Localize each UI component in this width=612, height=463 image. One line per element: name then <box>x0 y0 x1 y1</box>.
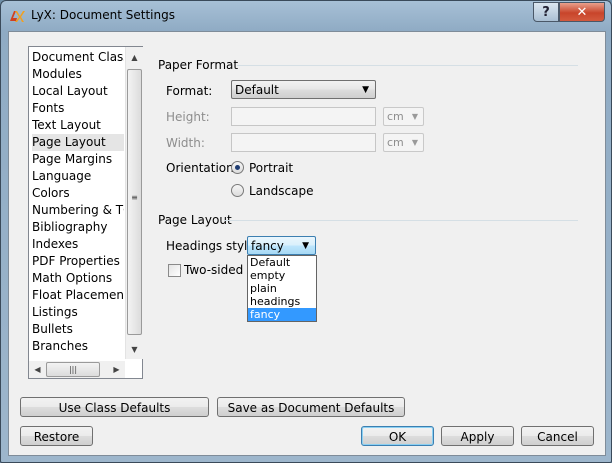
help-button[interactable]: ? <box>533 2 559 22</box>
width-input[interactable] <box>231 133 376 152</box>
headings-option-plain[interactable]: plain <box>248 282 316 295</box>
document-settings-window: LyX: Document Settings ? ✕ Document Clas… <box>0 0 612 463</box>
paper-format-divider <box>237 65 578 66</box>
height-input[interactable] <box>231 107 376 126</box>
scroll-right-arrow-icon[interactable]: ▶ <box>108 361 125 378</box>
headings-option-default[interactable]: Default <box>248 256 316 269</box>
window-title: LyX: Document Settings <box>31 8 175 22</box>
apply-button[interactable]: Apply <box>441 426 514 446</box>
category-horizontal-scrollbar[interactable]: ◀ ||| ▶ <box>29 361 125 378</box>
headings-option-fancy[interactable]: fancy <box>248 308 316 321</box>
sidebar-item-bibliography[interactable]: Bibliography <box>32 219 124 236</box>
headings-style-combo[interactable]: fancy ▼ <box>247 236 316 255</box>
sidebar-item-local-layout[interactable]: Local Layout <box>32 83 124 100</box>
height-unit-combo[interactable]: cm ▼ <box>383 107 424 126</box>
cancel-button[interactable]: Cancel <box>521 426 594 446</box>
landscape-radio[interactable] <box>231 184 244 197</box>
save-as-document-defaults-button[interactable]: Save as Document Defaults <box>217 397 405 417</box>
restore-button[interactable]: Restore <box>20 426 93 446</box>
ok-button[interactable]: OK <box>361 426 434 446</box>
page-layout-divider <box>224 220 578 221</box>
title-bar[interactable]: LyX: Document Settings ? ✕ <box>1 1 611 31</box>
sidebar-item-bullets[interactable]: Bullets <box>32 321 124 338</box>
landscape-label[interactable]: Landscape <box>249 184 313 198</box>
portrait-radio[interactable] <box>231 161 244 174</box>
format-value: Default <box>235 83 279 97</box>
scroll-left-arrow-icon[interactable]: ◀ <box>29 361 46 378</box>
sidebar-item-page-layout[interactable]: Page Layout <box>32 134 124 151</box>
portrait-label[interactable]: Portrait <box>249 161 293 175</box>
sidebar-item-text-layout[interactable]: Text Layout <box>32 117 124 134</box>
scroll-up-arrow-icon[interactable]: ▲ <box>126 49 143 66</box>
height-label: Height: <box>166 110 210 124</box>
width-label: Width: <box>166 136 205 150</box>
scroll-down-arrow-icon[interactable]: ▼ <box>126 341 143 358</box>
headings-style-label: Headings style: <box>166 239 259 253</box>
dialog-body: Document Class Modules Local Layout Font… <box>8 31 606 456</box>
headings-style-value: fancy <box>251 239 284 253</box>
headings-option-headings[interactable]: headings <box>248 295 316 308</box>
sidebar-item-pdf-properties[interactable]: PDF Properties <box>32 253 124 270</box>
chevron-down-icon: ▼ <box>411 138 418 147</box>
page-layout-heading: Page Layout <box>158 213 232 227</box>
sidebar-item-fonts[interactable]: Fonts <box>32 100 124 117</box>
vertical-scroll-thumb[interactable]: ≡ <box>127 69 142 335</box>
sidebar-item-indexes[interactable]: Indexes <box>32 236 124 253</box>
category-vertical-scrollbar[interactable]: ▲ ≡ ▼ <box>125 47 143 359</box>
horizontal-scroll-thumb[interactable]: ||| <box>46 362 100 377</box>
close-button[interactable]: ✕ <box>559 2 605 22</box>
sidebar-item-colors[interactable]: Colors <box>32 185 124 202</box>
grip-icon: ≡ <box>131 193 138 202</box>
sidebar-item-math-options[interactable]: Math Options <box>32 270 124 287</box>
two-sided-checkbox[interactable] <box>168 264 181 277</box>
paper-format-heading: Paper Format <box>158 58 239 72</box>
orientation-label: Orientation: <box>166 161 238 175</box>
use-class-defaults-button[interactable]: Use Class Defaults <box>20 397 209 417</box>
chevron-down-icon: ▼ <box>411 112 418 121</box>
lyx-app-icon <box>10 11 25 22</box>
headings-option-empty[interactable]: empty <box>248 269 316 282</box>
sidebar-item-page-margins[interactable]: Page Margins <box>32 151 124 168</box>
format-combo[interactable]: Default ▼ <box>231 80 376 99</box>
sidebar-item-branches[interactable]: Branches <box>32 338 124 355</box>
sidebar-item-document-class[interactable]: Document Class <box>32 49 124 66</box>
sidebar-item-numbering[interactable]: Numbering & TO <box>32 202 124 219</box>
sidebar-item-modules[interactable]: Modules <box>32 66 124 83</box>
sidebar-item-float-placement[interactable]: Float Placement <box>32 287 124 304</box>
chevron-down-icon: ▼ <box>362 85 369 95</box>
chevron-down-icon: ▼ <box>302 241 309 251</box>
sidebar-item-listings[interactable]: Listings <box>32 304 124 321</box>
radio-selected-dot <box>235 165 240 170</box>
height-unit-value: cm <box>387 110 404 123</box>
headings-style-dropdown[interactable]: Default empty plain headings fancy <box>247 255 317 322</box>
width-unit-combo[interactable]: cm ▼ <box>383 133 424 152</box>
category-list[interactable]: Document Class Modules Local Layout Font… <box>28 46 143 379</box>
format-label: Format: <box>166 84 213 98</box>
sidebar-item-language[interactable]: Language <box>32 168 124 185</box>
width-unit-value: cm <box>387 136 404 149</box>
